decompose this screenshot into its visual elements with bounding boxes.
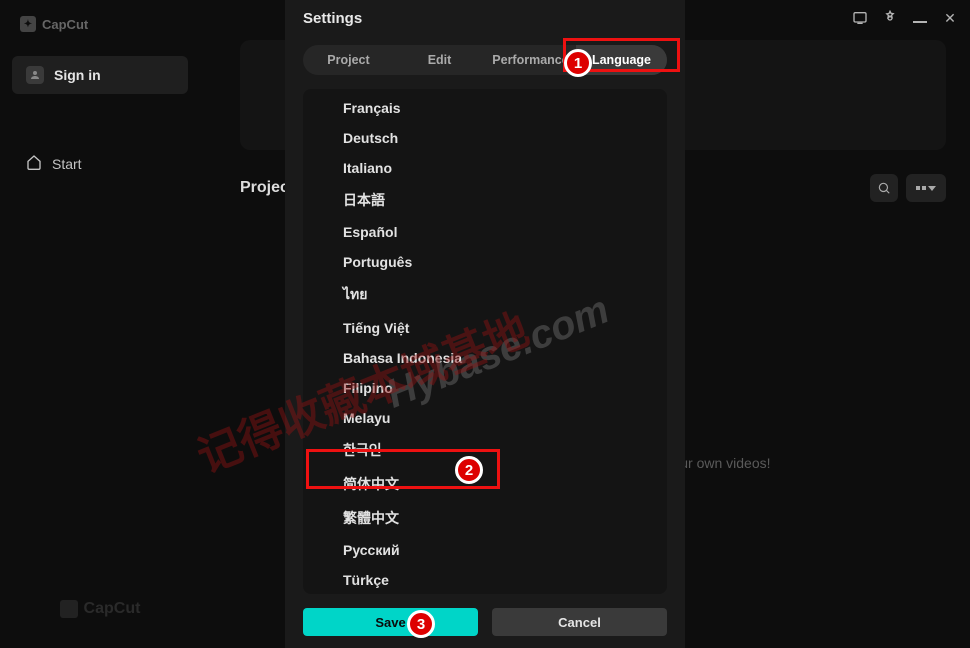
- tab-edit[interactable]: Edit: [394, 45, 485, 75]
- settings-tab-bar: Project Edit Performance Language: [303, 45, 667, 75]
- chevron-down-icon: [928, 186, 936, 191]
- logo-mark-icon: ✦: [20, 16, 36, 32]
- language-option[interactable]: Français: [303, 93, 667, 123]
- grid-icon: [916, 186, 926, 190]
- minimize-button[interactable]: [912, 10, 928, 26]
- logo-mark-icon: [60, 600, 78, 618]
- start-label: Start: [52, 156, 82, 172]
- language-option[interactable]: Русский: [303, 535, 667, 565]
- language-option[interactable]: Melayu: [303, 403, 667, 433]
- tab-performance[interactable]: Performance: [485, 45, 576, 75]
- view-toggle-button[interactable]: [906, 174, 946, 202]
- language-option[interactable]: 日本語: [303, 183, 667, 217]
- brand-footer: CapCut: [0, 600, 200, 618]
- language-option[interactable]: Deutsch: [303, 123, 667, 153]
- user-icon: [26, 66, 44, 84]
- sidebar-item-start[interactable]: Start: [12, 144, 188, 183]
- sidebar: ✦ CapCut Sign in Start CapCut: [0, 0, 200, 648]
- settings-modal: Settings Project Edit Performance Langua…: [285, 0, 685, 648]
- tab-project[interactable]: Project: [303, 45, 394, 75]
- search-button[interactable]: [870, 174, 898, 202]
- language-option[interactable]: Bahasa Indonesia: [303, 343, 667, 373]
- language-option[interactable]: 한국인: [303, 433, 667, 467]
- language-option[interactable]: Türkçe: [303, 565, 667, 594]
- feedback-icon[interactable]: [852, 10, 868, 26]
- language-option[interactable]: Português: [303, 247, 667, 277]
- window-controls: [852, 10, 958, 26]
- home-icon: [26, 154, 42, 173]
- language-option[interactable]: 繁體中文: [303, 501, 667, 535]
- modal-title: Settings: [285, 0, 685, 39]
- language-option[interactable]: Filipino: [303, 373, 667, 403]
- language-option[interactable]: Tiếng Việt: [303, 313, 667, 343]
- annotation-badge-2: 2: [455, 456, 483, 484]
- app-name: CapCut: [42, 17, 88, 32]
- language-option[interactable]: Español: [303, 217, 667, 247]
- close-button[interactable]: [942, 10, 958, 26]
- language-option[interactable]: 简体中文: [303, 467, 667, 501]
- app-logo: ✦ CapCut: [12, 12, 188, 56]
- save-button[interactable]: Save: [303, 608, 478, 636]
- annotation-badge-3: 3: [407, 610, 435, 638]
- settings-icon[interactable]: [882, 10, 898, 26]
- modal-footer: Save Cancel: [285, 594, 685, 648]
- projects-actions: [870, 174, 946, 202]
- annotation-badge-1: 1: [564, 49, 592, 77]
- language-option[interactable]: Italiano: [303, 153, 667, 183]
- signin-button[interactable]: Sign in: [12, 56, 188, 94]
- language-option[interactable]: ไทย: [303, 277, 667, 313]
- cancel-button[interactable]: Cancel: [492, 608, 667, 636]
- language-list[interactable]: FrançaisDeutschItaliano日本語EspañolPortugu…: [303, 89, 667, 594]
- signin-label: Sign in: [54, 67, 101, 83]
